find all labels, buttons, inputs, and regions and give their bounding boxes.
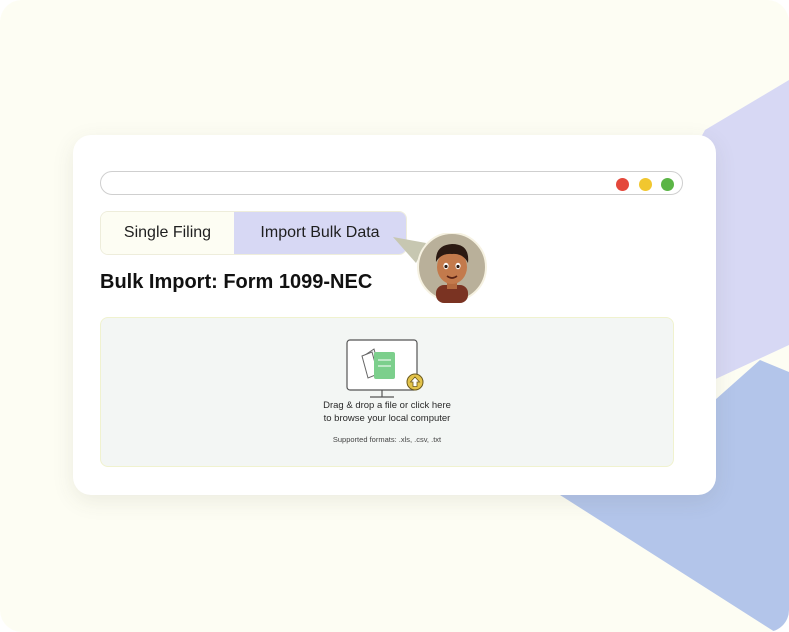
browser-window: Single Filing Import Bulk Data Bulk Impo… bbox=[73, 135, 716, 495]
stage: Single Filing Import Bulk Data Bulk Impo… bbox=[0, 0, 789, 632]
supported-formats-text: Supported formats: .xls, .csv, .txt bbox=[332, 435, 442, 444]
file-dropzone[interactable]: Drag & drop a file or click here to brow… bbox=[100, 317, 674, 467]
minimize-dot-icon[interactable] bbox=[639, 178, 652, 191]
close-dot-icon[interactable] bbox=[616, 178, 629, 191]
upload-file-icon bbox=[346, 339, 424, 398]
dropzone-instruction-line1: Drag & drop a file or click here bbox=[323, 400, 451, 411]
tab-single-filing[interactable]: Single Filing bbox=[101, 212, 234, 254]
dropzone-instruction-line2: to browse your local computer bbox=[323, 413, 451, 424]
tab-import-bulk-data[interactable]: Import Bulk Data bbox=[234, 212, 406, 254]
maximize-dot-icon[interactable] bbox=[661, 178, 674, 191]
address-bar[interactable] bbox=[100, 171, 683, 195]
page-title: Bulk Import: Form 1099-NEC bbox=[100, 271, 373, 293]
assistant-avatar[interactable] bbox=[393, 233, 489, 305]
tab-bar: Single Filing Import Bulk Data bbox=[100, 211, 407, 255]
